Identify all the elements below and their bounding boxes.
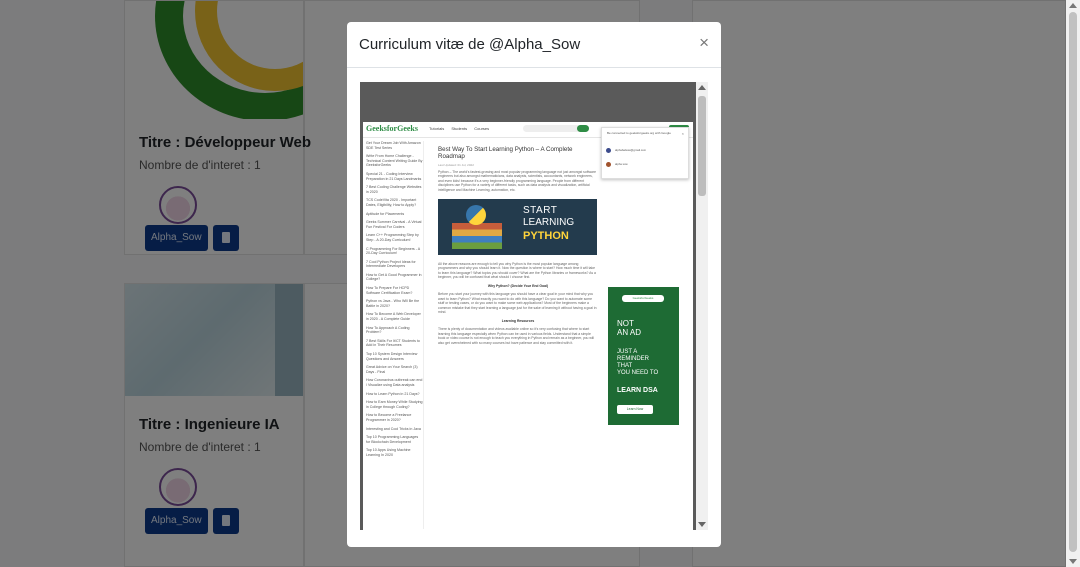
scroll-down-icon[interactable] [698,522,706,527]
account-name: alpha sow [615,162,628,166]
sidebar-link: Write From Home Challenge - Technical Co… [366,154,423,168]
scroll-down-icon[interactable] [1069,559,1077,564]
account-email: alphabalsow@gmail.com [615,148,647,152]
menu-item: Tutorials [429,126,445,131]
ad-learn-button: Learn Now [617,405,653,414]
site-menu: Tutorials Students Courses [429,126,495,131]
ad-subline: JUST A REMINDER THAT YOU NEED TO [617,349,659,376]
page-scrollbar[interactable] [1066,0,1080,567]
sidebar-link: How to Learn Python in 21 Days? [366,391,420,396]
close-icon: × [681,131,684,136]
sidebar-link: Great Advice on Your Search (3) Days - F… [366,365,418,374]
article-subheading: Why Python? (Decide Your End Goal) [487,283,549,288]
ad-cta-text: LEARN DSA [617,387,658,394]
python-logo-icon [466,204,486,225]
google-signin-popup: Be connected to geeksforgeeks.org with G… [601,127,689,179]
sidebar-link: 7 Cool Python Project Ideas for Intermed… [366,259,416,269]
article-paragraph: Python – The world's fastest-growing and… [438,169,596,192]
document-scrollbar[interactable] [696,82,708,530]
account-row: alphabalsow@gmail.com [606,147,686,157]
menu-item: Courses [474,126,490,131]
sidebar-link: Top 10 Programming Languages for Blockch… [366,435,419,444]
sidebar-link: TCS CodeVita 2020 - Important Dates, Eli… [366,198,417,207]
sidebar-link: Geeks Summer Carnival - A Virtual Fun Fe… [366,220,422,229]
banner-text: START [523,204,558,216]
sidebar-link: How to Earn Money While Studying in Coll… [366,400,423,409]
cv-document-viewer[interactable]: GeeksforGeeks Tutorials Students Courses… [360,82,708,530]
article-paragraph: Before you start your journey with this … [438,291,597,315]
sidebar-link: Aptitude for Placements [366,211,405,216]
sidebar-link: How Coronavirus outbreak can end / Visua… [366,378,423,387]
popup-text: Be connected to geeksforgeeks.org with G… [607,131,671,135]
scrollbar-thumb[interactable] [698,96,706,196]
ad-banner: GeeksforGeeks NOT AN AD JUST A REMINDER THA… [608,287,679,425]
sidebar-link: 7 Best Skills For It/CT Students to Add … [366,338,420,348]
site-search-bar [523,125,589,132]
sidebar-link: How To Approach A Coding Problem? [366,325,410,335]
sidebar-link: Top 10 System Design Interview Questions… [366,352,418,361]
article-subheading: Learning Resources [501,318,535,323]
banner-text: LEARNING [523,216,575,228]
sidebar-link: Top 10 Apps Using Machine Learning In 20… [366,448,411,457]
sidebar-link: Interesting and Cool Tricks in Java [366,426,421,431]
article-body: Best Way To Start Learning Python – A Co… [438,146,598,530]
ad-brand: GeeksforGeeks [622,295,664,302]
account-row: alpha sow [606,161,686,171]
article-date: Last Updated: 01 Jul, 2022 [438,162,474,167]
sidebar-link: How To Become A Web Developer in 2020 - … [366,312,421,322]
sidebar-link: How to Get A Good Programmer in College? [366,272,422,282]
article-title: Best Way To Start Learning Python – A Co… [438,146,573,161]
scroll-up-icon[interactable] [1069,3,1077,8]
sidebar-link: How To Prepare For HCPD Software Certifi… [366,286,413,295]
sidebar-link: Learn C++ Programming Step by Step - A 2… [366,233,419,242]
ad-headline: NOT AN AD [617,319,642,337]
sidebar-link: C Programming For Beginners - A 20-Day C… [366,246,420,256]
scrollbar-thumb[interactable] [1069,12,1077,552]
scroll-up-icon[interactable] [698,85,706,90]
sidebar-link: Special 21 - Coding Interview Preparatio… [366,171,422,181]
account-avatar-icon [606,148,611,153]
document-page: GeeksforGeeks Tutorials Students Courses… [363,122,693,530]
article-paragraph: All the above reasons are enough to tell… [438,261,596,280]
account-avatar-icon [606,162,611,167]
modal-title: Curriculum vitæ de @Alpha_Sow [359,36,581,53]
modal-header: Curriculum vitæ de @Alpha_Sow × [347,22,721,68]
python-banner-image: START LEARNING PYTHON [438,198,597,255]
article-paragraph: There is plenty of documentation and vid… [438,326,595,345]
menu-item: Students [451,126,468,131]
sidebar-link: Python vs Java - Who Will Be the Battle … [366,299,420,308]
close-icon[interactable]: × [699,34,709,52]
article-sidebar: Get Your Dream Job With Amazon SDE Test … [366,141,424,529]
cv-modal: Curriculum vitæ de @Alpha_Sow × Geeksfor… [347,22,721,547]
sidebar-link: How to Become a Freelance Programmer in … [366,413,412,422]
sidebar-link: 7 Best Coding Challenge Websites in 2020 [366,185,422,194]
sidebar-link: Get Your Dream Job With Amazon SDE Test … [366,141,421,150]
site-logo: GeeksforGeeks [366,124,418,133]
banner-text: PYTHON [523,229,569,242]
